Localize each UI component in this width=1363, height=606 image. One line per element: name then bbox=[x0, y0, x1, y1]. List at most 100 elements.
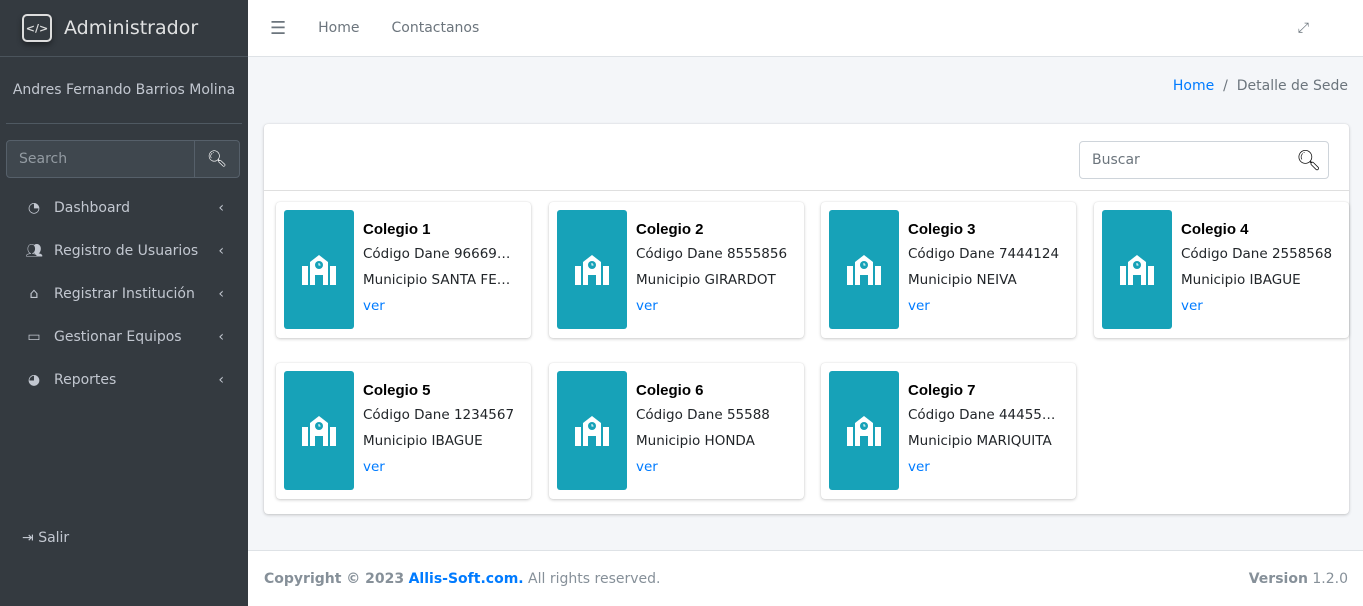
nav-link-contactanos[interactable]: Contactanos bbox=[391, 20, 479, 36]
sede-codigo: Código Dane 8555856 bbox=[636, 246, 788, 262]
sede-municipio: Municipio GIRARDOT bbox=[636, 272, 776, 288]
school-icon: ⌂ bbox=[29, 285, 39, 302]
school-icon bbox=[1102, 210, 1172, 329]
footer-brand-link[interactable]: Allis-Soft.com. bbox=[409, 571, 524, 587]
sidebar-item-gestionar-equipos[interactable]: ▭ Gestionar Equipos ‹ bbox=[0, 315, 248, 358]
card-header: 🔍︎ bbox=[264, 124, 1349, 191]
chevron-left-icon: ‹ bbox=[218, 328, 224, 345]
sede-municipio: Municipio SANTA FE… bbox=[363, 272, 511, 288]
sidebar-item-label: Reportes bbox=[54, 371, 117, 388]
menu-toggle-icon[interactable]: ☰ bbox=[270, 18, 286, 39]
sidebar: </> Administrador Andres Fernando Barrio… bbox=[0, 0, 248, 606]
sede-title: Colegio 7 bbox=[908, 382, 976, 399]
logout-label: Salir bbox=[38, 530, 70, 546]
sidebar-item-reportes[interactable]: ◕ Reportes ‹ bbox=[0, 358, 248, 401]
sede-info-box: Colegio 2 Código Dane 8555856 Municipio … bbox=[549, 202, 804, 338]
ver-link[interactable]: ver bbox=[636, 459, 658, 475]
sidebar-item-label: Registrar Institución bbox=[54, 285, 195, 302]
desktop-icon: ▭ bbox=[27, 328, 41, 345]
sede-info-box: Colegio 7 Código Dane 44455… Municipio M… bbox=[821, 363, 1076, 499]
sede-info-box: Colegio 3 Código Dane 7444124 Municipio … bbox=[821, 202, 1076, 338]
sidebar-item-label: Gestionar Equipos bbox=[54, 328, 182, 345]
breadcrumb: Home / Detalle de Sede bbox=[1172, 78, 1348, 94]
sede-title: Colegio 5 bbox=[363, 382, 431, 399]
sede-municipio: Municipio IBAGUE bbox=[363, 433, 483, 449]
sede-content: Colegio 2 Código Dane 8555856 Municipio … bbox=[636, 210, 787, 330]
sede-title: Colegio 2 bbox=[636, 221, 704, 238]
sede-info-box: Colegio 4 Código Dane 2558568 Municipio … bbox=[1094, 202, 1349, 338]
sede-info-box: Colegio 1 Código Dane 96669… Municipio S… bbox=[276, 202, 531, 338]
ver-link[interactable]: ver bbox=[363, 298, 385, 314]
version-number: 1.2.0 bbox=[1312, 570, 1348, 587]
sidebar-search-input[interactable] bbox=[7, 141, 194, 177]
copyright: Copyright © 2023 bbox=[264, 570, 405, 587]
school-icon bbox=[829, 371, 899, 490]
school-icon bbox=[284, 210, 354, 329]
user-name[interactable]: Andres Fernando Barrios Molina bbox=[6, 57, 242, 124]
sede-codigo: Código Dane 7444124 bbox=[908, 246, 1060, 262]
sede-content: Colegio 1 Código Dane 96669… Municipio S… bbox=[363, 210, 510, 330]
search-icon: 🔍︎ bbox=[206, 151, 228, 168]
sede-title: Colegio 6 bbox=[636, 382, 704, 399]
version-label: Version bbox=[1248, 570, 1308, 587]
sede-municipio: Municipio IBAGUE bbox=[1181, 272, 1301, 288]
ver-link[interactable]: ver bbox=[363, 459, 385, 475]
brand-title: Administrador bbox=[64, 17, 199, 39]
sede-content: Colegio 6 Código Dane 55588 Municipio HO… bbox=[636, 371, 770, 491]
rights-text: All rights reserved. bbox=[523, 570, 661, 587]
pie-chart-icon: ◕ bbox=[27, 371, 41, 388]
chevron-left-icon: ‹ bbox=[218, 371, 224, 388]
sidebar-item-dashboard[interactable]: ◔ Dashboard ‹ bbox=[0, 186, 248, 229]
brand-link[interactable]: </> Administrador bbox=[0, 0, 248, 57]
sidebar-item-registrar-institucion[interactable]: ⌂ Registrar Institución ‹ bbox=[0, 272, 248, 315]
sede-title: Colegio 1 bbox=[363, 221, 431, 238]
sede-info-box: Colegio 5 Código Dane 1234567 Municipio … bbox=[276, 363, 531, 499]
sede-codigo: Código Dane 44455… bbox=[908, 407, 1056, 423]
tachometer-icon: ◔ bbox=[27, 199, 41, 216]
chevron-left-icon: ‹ bbox=[218, 285, 224, 302]
sede-content: Colegio 7 Código Dane 44455… Municipio M… bbox=[908, 371, 1055, 491]
sede-municipio: Municipio MARIQUITA bbox=[908, 433, 1052, 449]
sede-content: Colegio 4 Código Dane 2558568 Municipio … bbox=[1181, 210, 1332, 330]
sede-title: Colegio 4 bbox=[1181, 221, 1249, 238]
sede-content: Colegio 5 Código Dane 1234567 Municipio … bbox=[363, 371, 514, 491]
ver-link[interactable]: ver bbox=[636, 298, 658, 314]
sede-municipio: Municipio HONDA bbox=[636, 433, 755, 449]
breadcrumb-current: Detalle de Sede bbox=[1236, 78, 1348, 94]
chevron-left-icon: ‹ bbox=[218, 242, 224, 259]
search-icon[interactable]: 🔍︎ bbox=[1296, 148, 1328, 172]
school-icon bbox=[557, 210, 627, 329]
sede-codigo: Código Dane 1234567 bbox=[363, 407, 515, 423]
buscar-field: 🔍︎ bbox=[1079, 141, 1329, 179]
users-icon: 👥︎ bbox=[25, 242, 43, 259]
sede-codigo: Código Dane 96669… bbox=[363, 246, 511, 262]
sede-title: Colegio 3 bbox=[908, 221, 976, 238]
fullscreen-icon[interactable]: ⤢ bbox=[1298, 20, 1309, 36]
sede-info-box: Colegio 6 Código Dane 55588 Municipio HO… bbox=[549, 363, 804, 499]
logout-link[interactable]: ⇥ Salir bbox=[22, 530, 69, 546]
sede-codigo: Código Dane 55588 bbox=[636, 407, 770, 423]
sidebar-search-button[interactable]: 🔍︎ bbox=[194, 141, 239, 177]
sidebar-nav: ◔ Dashboard ‹ 👥︎ Registro de Usuarios ‹ ⌂ Reg… bbox=[0, 186, 248, 401]
top-navbar: ☰ Home Contactanos ⤢ bbox=[248, 0, 1363, 57]
ver-link[interactable]: ver bbox=[908, 459, 930, 475]
school-icon bbox=[557, 371, 627, 490]
breadcrumb-home[interactable]: Home bbox=[1173, 78, 1214, 94]
sign-out-icon: ⇥ bbox=[22, 530, 39, 546]
sede-municipio: Municipio NEIVA bbox=[908, 272, 1017, 288]
buscar-input[interactable] bbox=[1080, 152, 1296, 168]
sede-content: Colegio 3 Código Dane 7444124 Municipio … bbox=[908, 210, 1059, 330]
sidebar-item-label: Dashboard bbox=[54, 199, 130, 216]
sede-codigo: Código Dane 2558568 bbox=[1181, 246, 1333, 262]
school-icon bbox=[829, 210, 899, 329]
code-logo-icon: </> bbox=[22, 14, 52, 42]
school-icon bbox=[284, 371, 354, 490]
ver-link[interactable]: ver bbox=[908, 298, 930, 314]
sidebar-item-registro-usuarios[interactable]: 👥︎ Registro de Usuarios ‹ bbox=[0, 229, 248, 272]
chevron-left-icon: ‹ bbox=[218, 199, 224, 216]
sidebar-search: 🔍︎ bbox=[6, 140, 240, 178]
ver-link[interactable]: ver bbox=[1181, 298, 1203, 314]
nav-link-home[interactable]: Home bbox=[318, 20, 359, 36]
sidebar-item-label: Registro de Usuarios bbox=[54, 242, 199, 259]
footer: Copyright © 2023 Allis-Soft.com. All rig… bbox=[248, 550, 1363, 606]
